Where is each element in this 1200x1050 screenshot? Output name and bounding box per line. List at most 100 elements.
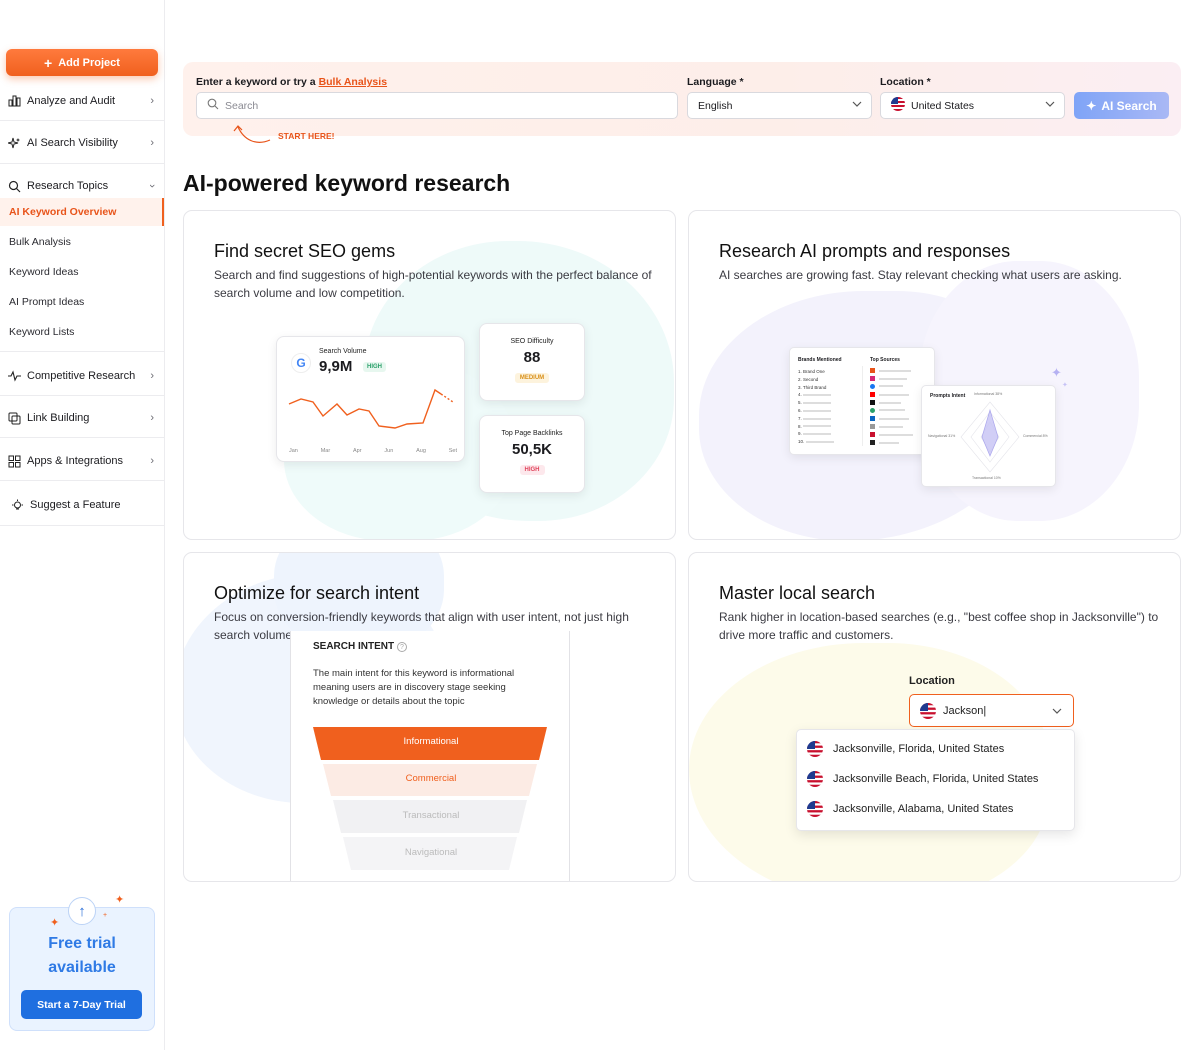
intent-box-title-text: SEARCH INTENT <box>313 641 395 652</box>
page-title: AI-powered keyword research <box>183 170 511 196</box>
volume-line-chart <box>288 388 454 429</box>
chevron-down-icon <box>852 99 862 112</box>
chevron-right-icon: › <box>150 455 154 467</box>
rank-number: 8. <box>798 423 802 429</box>
funnel-level-commercial: Commercial <box>405 773 457 784</box>
divider <box>0 480 164 481</box>
card-ai-prompts: Research AI prompts and responses AI sea… <box>688 210 1181 540</box>
bl-badge: HIGH <box>519 465 545 475</box>
location-dropdown: Jacksonville, Florida, United States Jac… <box>796 729 1075 831</box>
arrow-up-icon: ↑ <box>68 897 96 925</box>
sparkle-icon: ✦ <box>50 917 60 929</box>
chevron-down-icon <box>1052 706 1062 719</box>
brand-item: 4. <box>798 391 834 399</box>
month-tick: Mar <box>320 448 331 454</box>
chevron-right-icon: › <box>150 370 154 382</box>
us-flag-icon <box>807 771 823 787</box>
keyword-label: Enter a keyword or try a Bulk Analysis <box>196 76 387 88</box>
axis-right: Commercial 8% <box>1023 434 1048 438</box>
brand-item: 9. <box>798 430 834 438</box>
local-location-value: Jackson| <box>943 704 987 717</box>
sidebar-item-label: Analyze and Audit <box>27 95 116 107</box>
search-input[interactable]: Search <box>196 92 678 119</box>
grid-icon <box>7 454 21 468</box>
google-logo-icon: G <box>291 353 311 373</box>
location-select[interactable]: United States <box>880 92 1065 119</box>
axis-left: Navigational 31% <box>928 434 956 438</box>
card-description: AI searches are growing fast. Stay relev… <box>719 268 1122 282</box>
search-volume-widget: G Search Volume 9,9M HIGH Jan Mar Apr Ju… <box>276 336 465 462</box>
ai-search-label: AI Search <box>1101 98 1157 113</box>
rank-number: 9. <box>798 431 802 437</box>
location-option-label: Jacksonville Beach, Florida, United Stat… <box>833 773 1039 785</box>
card-title: Optimize for search intent <box>214 583 420 603</box>
sv-label: Search Volume <box>319 348 367 355</box>
funnel-level-navigational: Navigational <box>404 847 458 858</box>
lightbulb-icon <box>10 498 24 512</box>
card-title: Find secret SEO gems <box>214 241 396 261</box>
start-trial-button[interactable]: Start a 7-Day Trial <box>21 990 142 1019</box>
chevron-right-icon: › <box>150 412 154 424</box>
intent-box-text: The main intent for this keyword is info… <box>313 668 515 707</box>
location-option[interactable]: Jacksonville, Florida, United States <box>807 741 1004 757</box>
sidebar-item-analyze[interactable]: Analyze and Audit › <box>0 93 164 109</box>
bar-chart-icon <box>7 94 21 108</box>
location-label: Location * <box>880 76 931 88</box>
rank-number: 6. <box>798 407 802 413</box>
sidebar-item-ai-visibility[interactable]: AI Search Visibility › <box>0 135 164 151</box>
location-option[interactable]: Jacksonville, Alabama, United States <box>807 801 1013 817</box>
seo-difficulty-widget: SEO Difficulty 88 MEDIUM <box>479 323 585 401</box>
brand-item: 7. <box>798 415 834 423</box>
sidebar-item-research-topics[interactable]: Research Topics › <box>0 178 164 194</box>
keyword-label-text: Enter a keyword or try a <box>196 76 316 88</box>
card-local-search: Master local search Rank higher in locat… <box>688 552 1181 882</box>
search-icon <box>7 179 21 193</box>
sidebar-subitem-bulk-analysis[interactable]: Bulk Analysis <box>0 228 164 256</box>
sidebar-item-label: Link Building <box>27 412 90 424</box>
sidebar-subitem-ai-keyword-overview[interactable]: AI Keyword Overview <box>0 198 164 226</box>
chevron-down-icon: › <box>146 184 159 188</box>
sidebar-item-suggest-feature[interactable]: Suggest a Feature <box>0 497 164 513</box>
language-select[interactable]: English <box>687 92 872 119</box>
sidebar-subitem-keyword-ideas[interactable]: Keyword Ideas <box>0 258 164 286</box>
axis-bottom: Transactional 10% <box>972 476 1001 480</box>
sidebar-subitem-keyword-lists[interactable]: Keyword Lists <box>0 318 164 346</box>
add-project-button[interactable]: + Add Project <box>6 49 158 76</box>
chevron-right-icon: › <box>150 137 154 149</box>
sources-label: Top Sources <box>870 357 900 363</box>
start-here-hint: START HERE! <box>278 131 335 141</box>
radar-chart <box>960 401 1020 473</box>
sources-icons <box>870 368 913 445</box>
axis-top: Informational 38% <box>974 392 1003 396</box>
month-tick: Jan <box>289 448 298 454</box>
divider <box>0 437 164 438</box>
chevron-down-icon <box>1045 99 1055 112</box>
sidebar-item-label: Suggest a Feature <box>30 499 121 511</box>
funnel-level-informational: Informational <box>403 736 459 747</box>
sidebar-item-apps[interactable]: Apps & Integrations › <box>0 453 164 469</box>
sidebar-item-link-building[interactable]: Link Building › <box>0 410 164 426</box>
local-location-input[interactable]: Jackson| <box>909 694 1074 727</box>
language-label: Language * <box>687 76 744 88</box>
bulk-analysis-link[interactable]: Bulk Analysis <box>319 76 387 88</box>
sidebar-item-competitive-research[interactable]: Competitive Research › <box>0 368 164 384</box>
help-icon: ? <box>396 642 407 652</box>
brands-list: 1. Brand One 2. Second 3. Third Brand 4.… <box>798 368 834 446</box>
brand-item: 1. Brand One <box>798 369 825 374</box>
sidebar-subitem-ai-prompt-ideas[interactable]: AI Prompt Ideas <box>0 288 164 316</box>
ai-search-button[interactable]: ✦ AI Search <box>1074 92 1169 119</box>
hint-arrow-icon <box>233 125 271 143</box>
location-option[interactable]: Jacksonville Beach, Florida, United Stat… <box>807 771 1038 787</box>
brand-item: 6. <box>798 407 834 415</box>
sparkle-icon: ✦ <box>1051 365 1062 380</box>
intent-label: Prompts Intent <box>930 393 966 399</box>
sparkle-icon: ✦ <box>1062 382 1068 389</box>
kd-value: 88 <box>523 349 541 366</box>
intent-box-title: SEARCH INTENT ? <box>313 641 407 652</box>
sidebar-item-label: Research Topics <box>27 180 109 192</box>
rank-number: 5. <box>798 400 802 406</box>
brand-item: 5. <box>798 399 834 407</box>
sparkle-icon: ✦ <box>1086 98 1097 113</box>
search-icon <box>207 98 219 113</box>
brand-item: 10. <box>798 438 834 446</box>
